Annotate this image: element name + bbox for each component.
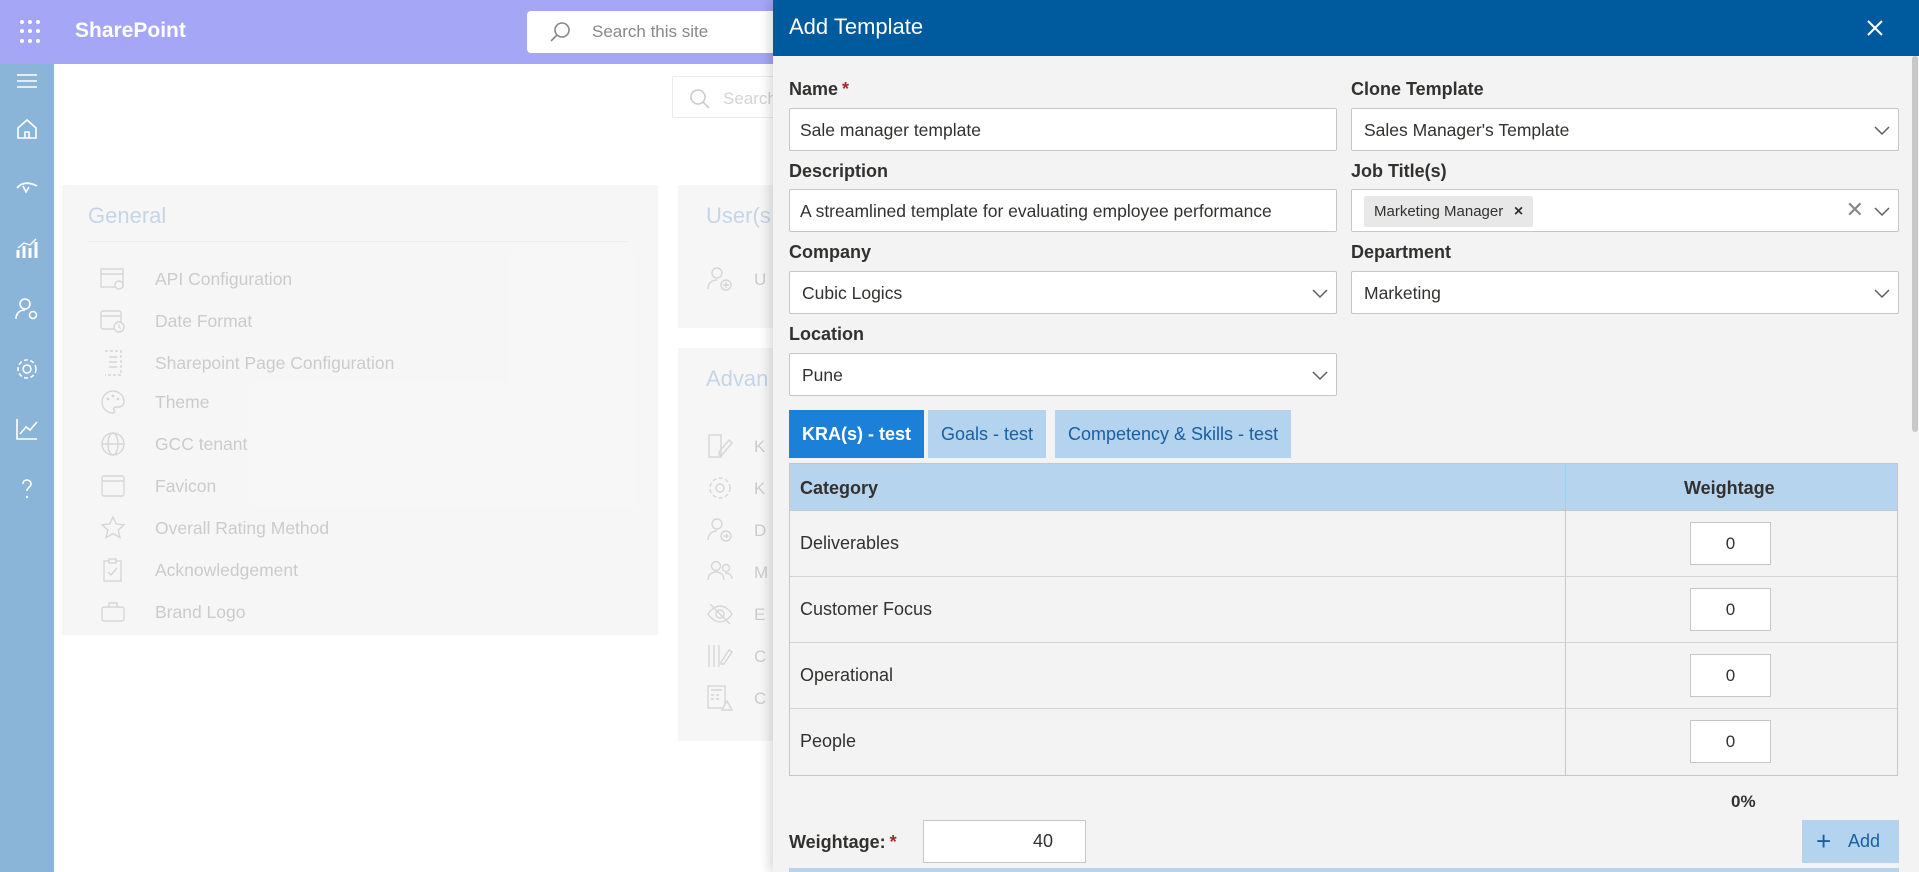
search-icon [550,22,570,42]
weightage-label: Weightage: * [789,832,897,852]
chevron-down-icon [1312,371,1328,381]
required-asterisk: * [889,832,897,852]
job-titles-label: Job Title(s) [1351,161,1447,181]
panel-header: Add Template [773,0,1919,56]
category-cell: Customer Focus [800,599,933,619]
help-icon[interactable] [14,476,40,502]
chevron-down-icon [1312,289,1328,299]
chevron-down-icon [1874,207,1890,217]
close-icon[interactable] [1863,16,1887,40]
remove-tag-icon[interactable]: × [1514,196,1523,227]
weightage-field[interactable]: 40 [923,820,1086,863]
department-dropdown[interactable]: Marketing [1351,271,1899,314]
table-row: Deliverables 0 [790,511,1897,577]
table-row: People 0 [790,709,1897,775]
location-dropdown[interactable]: Pune [789,353,1337,396]
chevron-down-icon [1874,126,1890,136]
user-settings-icon[interactable] [14,296,40,322]
settings-gear-icon[interactable] [14,356,40,382]
location-label: Location [789,324,864,344]
table-header-row: Category Weightage [790,464,1897,511]
name-label: Name * [789,79,850,99]
brand-name[interactable]: SharePoint [75,19,186,43]
job-titles-multiselect[interactable]: Marketing Manager × ✕ [1351,189,1899,232]
add-button[interactable]: + Add [1802,820,1899,863]
required-asterisk: * [842,79,850,99]
description-label: Description [789,161,889,181]
chevron-down-icon [1874,289,1890,299]
tab-competency-skills[interactable]: Competency & Skills - test [1055,410,1292,458]
name-input[interactable]: Sale manager template [789,108,1337,151]
hamburger-icon[interactable] [14,68,40,94]
trend-chart-icon[interactable] [14,416,40,442]
company-label: Company [789,242,872,262]
weightage-input[interactable]: 0 [1690,654,1771,697]
category-cell: People [800,731,857,751]
add-button-label: Add [1848,831,1881,851]
company-dropdown[interactable]: Cubic Logics [789,271,1337,314]
add-template-panel: Add Template Name * Sale manager template… [773,0,1919,872]
clone-template-label: Clone Template [1351,79,1484,99]
weightage-total: 0% [1731,792,1756,811]
plus-icon: + [1816,826,1832,856]
analytics-icon[interactable] [14,236,40,262]
performance-icon[interactable] [14,176,40,202]
left-nav-rail [0,64,54,872]
category-cell: Deliverables [800,533,900,553]
weightage-input[interactable]: 0 [1690,522,1771,565]
app-launcher-icon[interactable] [20,20,44,44]
clone-template-dropdown[interactable]: Sales Manager's Template [1351,108,1899,151]
panel-overlay[interactable] [54,64,774,872]
next-section-edge [789,868,1899,872]
description-input[interactable]: A streamlined template for evaluating em… [789,189,1337,232]
home-icon[interactable] [14,116,40,142]
panel-title: Add Template [789,14,924,39]
table-row: Customer Focus 0 [790,577,1897,643]
tab-kras[interactable]: KRA(s) - test [789,410,925,458]
tab-goals[interactable]: Goals - test [928,410,1047,458]
department-label: Department [1351,242,1452,262]
category-header: Category [800,478,879,498]
kra-table: Category Weightage Deliverables 0 Custom… [789,463,1898,776]
category-cell: Operational [800,665,894,685]
weightage-input[interactable]: 0 [1690,720,1771,763]
panel-scrollbar[interactable] [1911,56,1919,872]
site-search-box[interactable]: Search this site [527,11,787,53]
weightage-header: Weightage [1684,478,1775,498]
job-title-tag: Marketing Manager × [1364,196,1534,227]
site-search-placeholder: Search this site [592,22,709,41]
table-row: Operational 0 [790,643,1897,709]
clear-icon[interactable]: ✕ [1846,199,1864,221]
scrollbar-thumb[interactable] [1912,56,1918,432]
weightage-input[interactable]: 0 [1690,588,1771,631]
